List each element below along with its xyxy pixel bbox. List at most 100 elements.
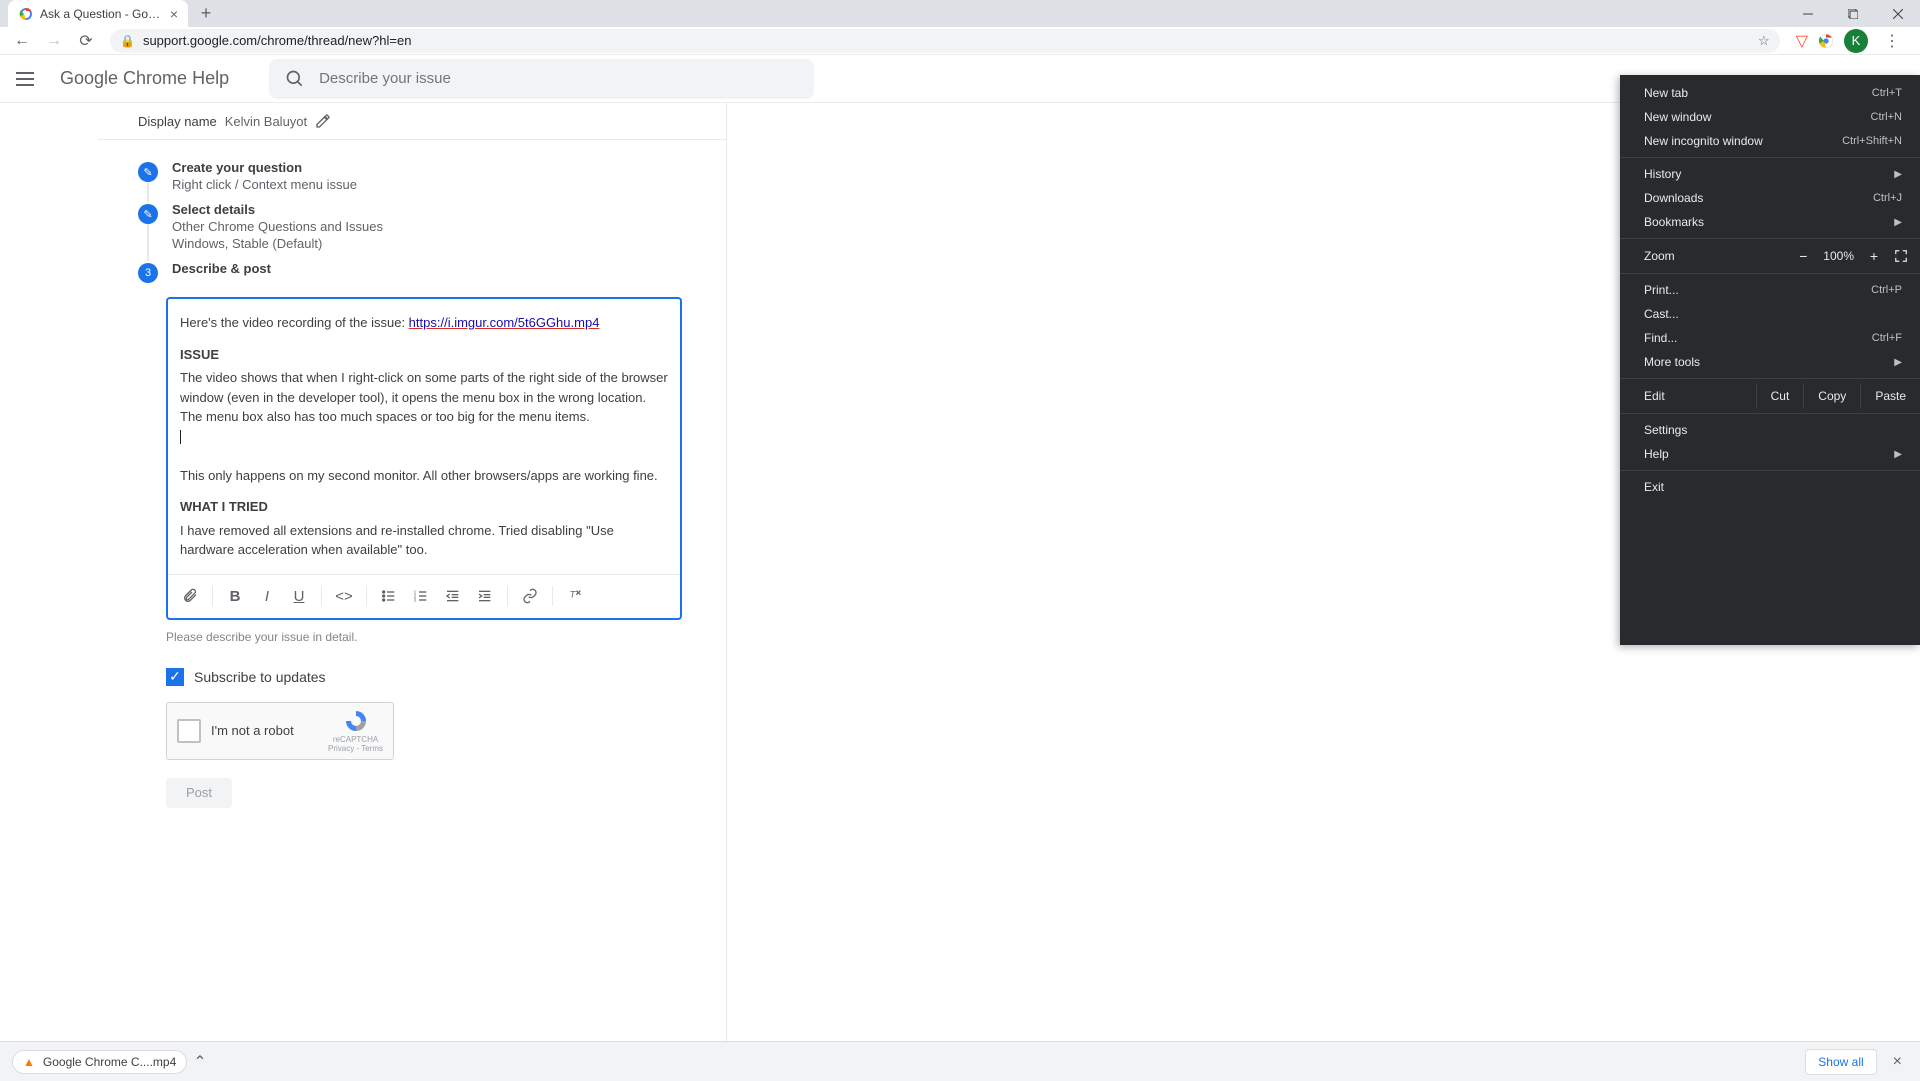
help-search-input[interactable] xyxy=(319,70,798,87)
description-editor[interactable]: Here's the video recording of the issue:… xyxy=(166,297,682,620)
browser-tab[interactable]: Ask a Question - Google Chrome × xyxy=(8,0,188,27)
vertical-divider xyxy=(726,103,727,1081)
step-badge-number: 3 xyxy=(138,263,158,283)
indent-icon[interactable] xyxy=(471,582,499,610)
menu-history[interactable]: History▶ xyxy=(1620,162,1920,186)
bold-icon[interactable]: B xyxy=(221,582,249,610)
menu-edit: Edit Cut Copy Paste xyxy=(1620,383,1920,409)
menu-copy[interactable]: Copy xyxy=(1803,383,1860,409)
lock-icon: 🔒 xyxy=(120,34,135,48)
link-icon[interactable] xyxy=(516,582,544,610)
tab-close-icon[interactable]: × xyxy=(170,6,178,22)
menu-new-tab[interactable]: New tabCtrl+T xyxy=(1620,81,1920,105)
menu-paste[interactable]: Paste xyxy=(1860,383,1920,409)
video-link[interactable]: https://i.imgur.com/5t6GGhu.mp4 xyxy=(409,315,600,330)
code-icon[interactable]: <> xyxy=(330,582,358,610)
svg-text:3: 3 xyxy=(414,597,417,602)
editor-text: The video shows that when I right-click … xyxy=(180,370,668,424)
editor-text: This only happens on my second monitor. … xyxy=(180,468,658,483)
text-cursor xyxy=(180,430,181,444)
menu-settings[interactable]: Settings xyxy=(1620,418,1920,442)
menu-new-window[interactable]: New windowCtrl+N xyxy=(1620,105,1920,129)
recaptcha-logo: reCAPTCHA Privacy - Terms xyxy=(328,709,383,753)
step-title: Select details xyxy=(172,202,383,217)
vlc-icon: ▲ xyxy=(23,1055,35,1069)
download-options-icon[interactable]: ⌃ xyxy=(187,1052,212,1072)
checkbox-checked-icon[interactable]: ✓ xyxy=(166,668,184,686)
chevron-right-icon: ▶ xyxy=(1894,449,1902,460)
editor-heading: ISSUE xyxy=(180,345,668,365)
zoom-out-button[interactable]: − xyxy=(1793,248,1813,264)
download-item[interactable]: ▲ Google Chrome C....mp4 xyxy=(12,1050,187,1074)
menu-downloads[interactable]: DownloadsCtrl+J xyxy=(1620,186,1920,210)
maximize-button[interactable] xyxy=(1830,0,1875,27)
step-title: Create your question xyxy=(172,160,357,175)
step-subtitle: Windows, Stable (Default) xyxy=(172,236,383,251)
recaptcha-checkbox[interactable] xyxy=(177,719,201,743)
step-create-question[interactable]: Create your question Right click / Conte… xyxy=(138,160,726,192)
show-all-downloads-button[interactable]: Show all xyxy=(1805,1049,1876,1075)
clear-format-icon[interactable]: T xyxy=(561,582,589,610)
url-text: support.google.com/chrome/thread/new?hl=… xyxy=(143,33,411,48)
help-search-box[interactable] xyxy=(269,59,814,99)
fullscreen-icon[interactable] xyxy=(1894,249,1908,263)
chrome-menu-button[interactable]: ⋮ xyxy=(1878,31,1906,51)
bulleted-list-icon[interactable] xyxy=(375,582,403,610)
step-badge-done-icon xyxy=(138,162,158,182)
minimize-button[interactable] xyxy=(1785,0,1830,27)
close-shelf-icon[interactable]: × xyxy=(1887,1053,1908,1071)
bookmark-star-icon[interactable]: ☆ xyxy=(1758,33,1770,49)
zoom-in-button[interactable]: + xyxy=(1864,248,1884,264)
step-title: Describe & post xyxy=(172,261,271,276)
tab-title: Ask a Question - Google Chrome xyxy=(40,7,164,21)
edit-icon[interactable] xyxy=(315,113,331,129)
window-controls xyxy=(1785,0,1920,27)
google-favicon xyxy=(18,6,34,22)
search-icon xyxy=(285,69,305,89)
step-badge-done-icon xyxy=(138,204,158,224)
zoom-value: 100% xyxy=(1823,249,1854,263)
omnibox[interactable]: 🔒 support.google.com/chrome/thread/new?h… xyxy=(110,29,1780,53)
menu-cast[interactable]: Cast... xyxy=(1620,302,1920,326)
profile-avatar[interactable]: K xyxy=(1844,29,1868,53)
menu-new-incognito[interactable]: New incognito windowCtrl+Shift+N xyxy=(1620,129,1920,153)
recaptcha-text: I'm not a robot xyxy=(211,723,318,738)
menu-more-tools[interactable]: More tools▶ xyxy=(1620,350,1920,374)
chrome-overflow-menu: New tabCtrl+T New windowCtrl+N New incog… xyxy=(1620,75,1920,645)
menu-print[interactable]: Print...Ctrl+P xyxy=(1620,278,1920,302)
download-shelf: ▲ Google Chrome C....mp4 ⌃ Show all × xyxy=(0,1041,1920,1081)
subscribe-label: Subscribe to updates xyxy=(194,669,326,685)
recaptcha-widget[interactable]: I'm not a robot reCAPTCHA Privacy - Term… xyxy=(166,702,394,760)
brave-shield-icon[interactable]: ▽ xyxy=(1796,31,1808,51)
post-button[interactable]: Post xyxy=(166,778,232,808)
download-filename: Google Chrome C....mp4 xyxy=(43,1055,176,1069)
editor-text: I have removed all extensions and re-ins… xyxy=(180,523,614,558)
hamburger-icon[interactable] xyxy=(16,67,40,91)
attach-icon[interactable] xyxy=(176,582,204,610)
outdent-icon[interactable] xyxy=(439,582,467,610)
step-subtitle: Other Chrome Questions and Issues xyxy=(172,219,383,234)
editor-helper-text: Please describe your issue in detail. xyxy=(166,630,726,644)
reload-button[interactable]: ⟳ xyxy=(72,27,100,55)
italic-icon[interactable]: I xyxy=(253,582,281,610)
editor-content[interactable]: Here's the video recording of the issue:… xyxy=(168,299,680,574)
chevron-right-icon: ▶ xyxy=(1894,217,1902,228)
menu-exit[interactable]: Exit xyxy=(1620,475,1920,499)
chrome-extension-icon[interactable] xyxy=(1818,33,1834,49)
new-tab-button[interactable]: + xyxy=(192,0,220,28)
svg-text:T: T xyxy=(570,589,577,599)
menu-find[interactable]: Find...Ctrl+F xyxy=(1620,326,1920,350)
editor-heading: WHAT I TRIED xyxy=(180,497,668,517)
underline-icon[interactable]: U xyxy=(285,582,313,610)
numbered-list-icon[interactable]: 123 xyxy=(407,582,435,610)
menu-help[interactable]: Help▶ xyxy=(1620,442,1920,466)
back-button[interactable]: ← xyxy=(8,27,36,55)
step-select-details[interactable]: Select details Other Chrome Questions an… xyxy=(138,202,726,251)
close-window-button[interactable] xyxy=(1875,0,1920,27)
display-name-label: Display name xyxy=(138,114,217,129)
menu-cut[interactable]: Cut xyxy=(1756,383,1804,409)
menu-bookmarks[interactable]: Bookmarks▶ xyxy=(1620,210,1920,234)
forward-button[interactable]: → xyxy=(40,27,68,55)
subscribe-row[interactable]: ✓ Subscribe to updates xyxy=(166,668,726,686)
address-bar: ← → ⟳ 🔒 support.google.com/chrome/thread… xyxy=(0,27,1920,55)
